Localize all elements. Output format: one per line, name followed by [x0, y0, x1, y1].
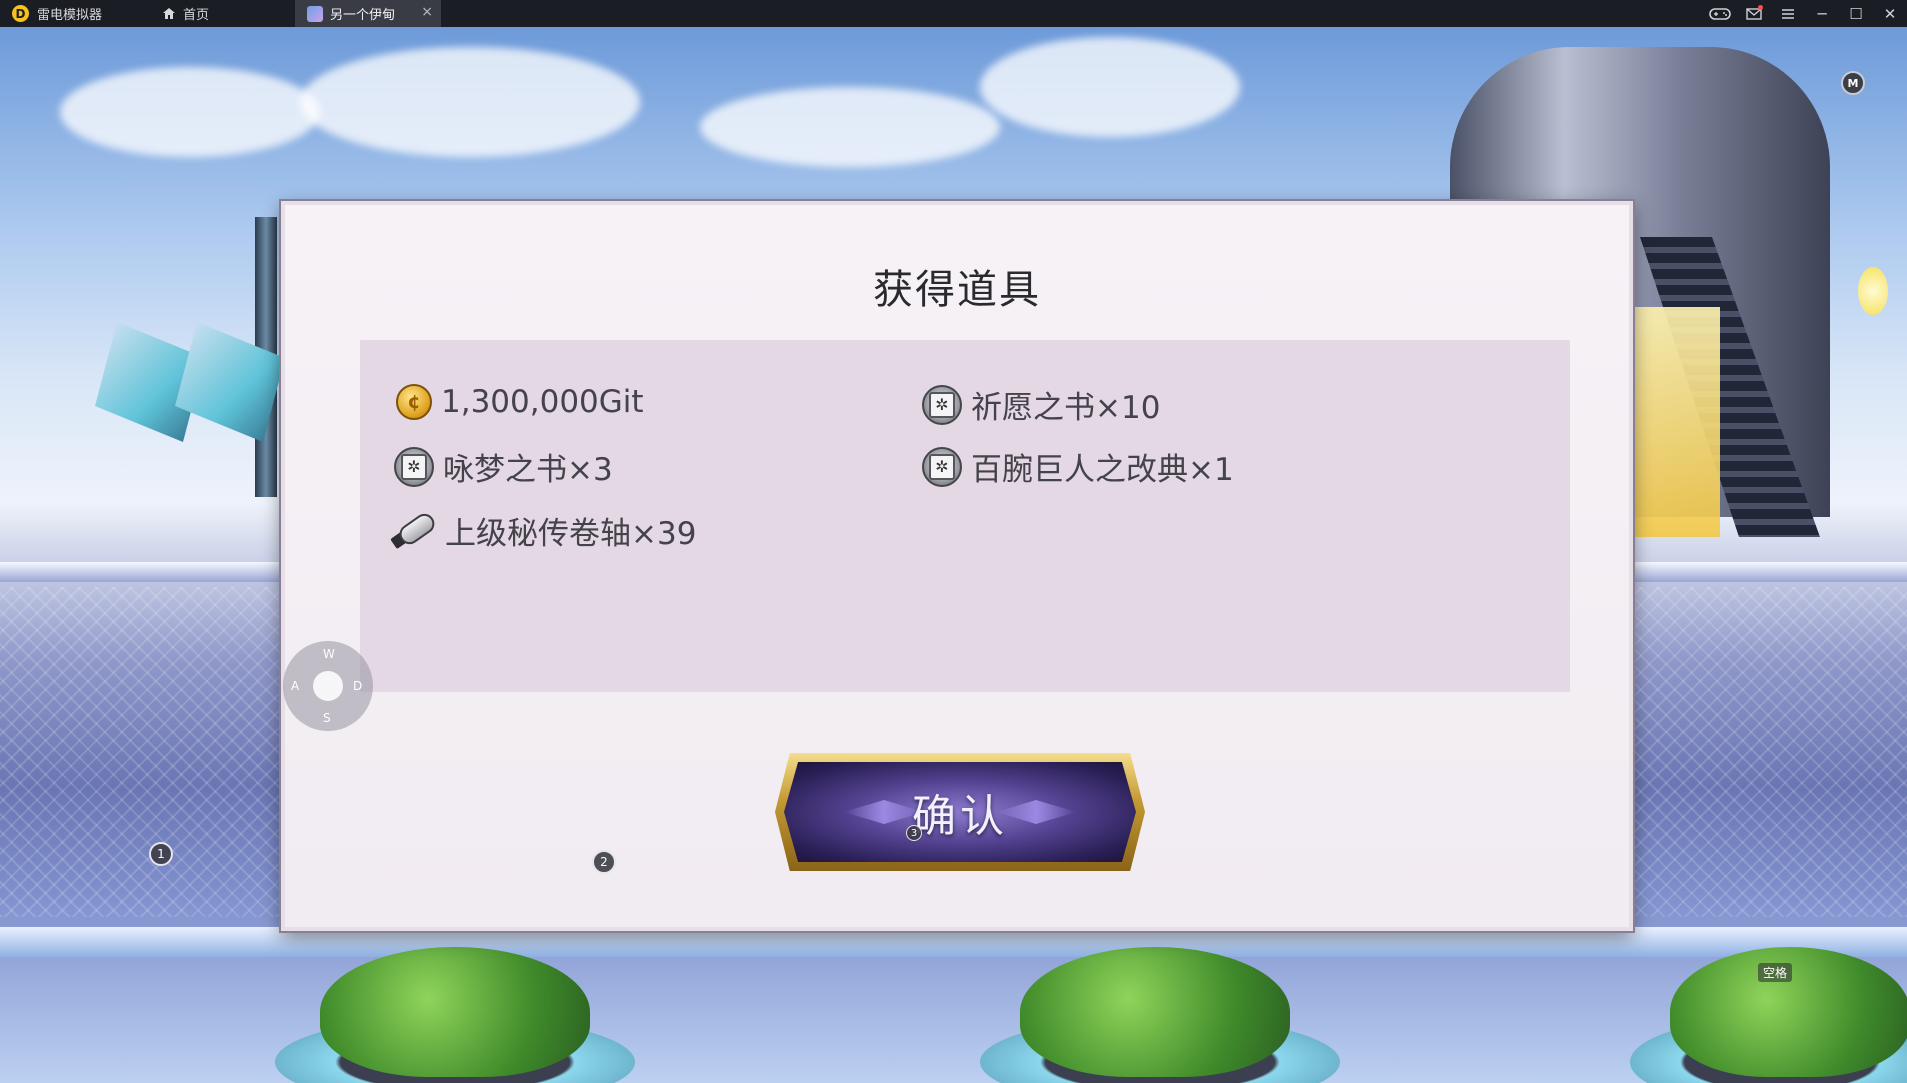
close-window-button[interactable]: ✕ [1873, 0, 1907, 27]
book-icon: ✲ [922, 384, 962, 425]
emulator-titlebar: D 雷电模拟器 首页 另一个伊甸 × ─ ☐ ✕ [0, 0, 1907, 27]
tab-home-label: 首页 [183, 8, 210, 23]
key-w: W [323, 647, 335, 661]
tab-game-label: 另一个伊甸 [330, 8, 396, 23]
mail-icon[interactable] [1737, 0, 1771, 27]
key-marker-1[interactable]: 1 [149, 842, 173, 866]
menu-icon[interactable] [1771, 0, 1805, 27]
book-icon: ✲ [922, 446, 962, 487]
reward-item: ✲ 咏梦之书×3 [394, 444, 613, 489]
reward-item: 上级秘传卷轴×39 [390, 508, 697, 553]
ldplayer-logo-icon: D [12, 5, 29, 22]
cloud [60, 67, 320, 157]
key-a: A [291, 679, 300, 693]
tab-game[interactable]: 另一个伊甸 × [295, 0, 441, 27]
floor-edge [0, 927, 1907, 957]
cloud [700, 87, 1000, 167]
scroll-icon [390, 509, 439, 551]
cloud [300, 47, 640, 157]
key-marker-2[interactable]: 2 [592, 850, 616, 874]
book-icon: ✲ [394, 446, 434, 487]
cloud [980, 37, 1240, 137]
reward-item: ✲ 百腕巨人之改典×1 [922, 444, 1234, 489]
window-controls: ─ ☐ ✕ [1703, 0, 1907, 27]
key-s: S [323, 711, 331, 725]
tab-close-icon[interactable]: × [421, 4, 433, 20]
game-thumbnail-icon [307, 5, 323, 22]
key-d: D [353, 679, 363, 693]
confirm-button-face[interactable]: 确认 [784, 762, 1136, 862]
reward-item-label: 咏梦之书×3 [443, 452, 613, 488]
reward-item-label: 百腕巨人之改典×1 [971, 452, 1234, 488]
reward-item: ¢ 1,300,000Git [396, 384, 644, 420]
reward-item: ✲ 祈愿之书×10 [922, 382, 1160, 427]
mail-notification-dot [1758, 5, 1763, 10]
space-key-label[interactable]: 空格 [1758, 963, 1793, 982]
button-ornament [996, 800, 1076, 824]
gamepad-icon[interactable] [1703, 0, 1737, 27]
reward-item-label: 上级秘传卷轴×39 [445, 516, 697, 552]
lantern [1858, 267, 1888, 315]
app-name: 雷电模拟器 [37, 8, 103, 23]
flower-bush [1020, 947, 1290, 1077]
key-marker-3[interactable]: 3 [906, 825, 922, 841]
item-reward-dialog: 获得道具 ¢ 1,300,000Git ✲ 祈愿之书×10 ✲ 咏梦之书×3 ✲… [281, 201, 1633, 931]
reward-item-label: 祈愿之书×10 [971, 390, 1161, 426]
maximize-button[interactable]: ☐ [1839, 0, 1873, 27]
app-brand[interactable]: D 雷电模拟器 [0, 0, 150, 27]
dialog-title: 获得道具 [873, 267, 1041, 313]
wasd-joystick[interactable]: W A D S [283, 641, 373, 731]
minimize-button[interactable]: ─ [1805, 0, 1839, 27]
confirm-button-label: 确认 [912, 791, 1008, 842]
reward-items-panel: ¢ 1,300,000Git ✲ 祈愿之书×10 ✲ 咏梦之书×3 ✲ 百腕巨人… [360, 340, 1570, 692]
map-marker[interactable]: M [1841, 71, 1865, 95]
tab-home[interactable]: 首页 [150, 0, 295, 27]
joystick-thumb[interactable] [313, 671, 343, 701]
reward-item-label: 1,300,000Git [441, 384, 644, 420]
glowing-doorway [1630, 307, 1720, 537]
confirm-button[interactable]: 确认 [775, 753, 1145, 871]
gold-coin-icon: ¢ [396, 384, 432, 420]
flower-bush [320, 947, 590, 1077]
home-icon [163, 8, 175, 19]
